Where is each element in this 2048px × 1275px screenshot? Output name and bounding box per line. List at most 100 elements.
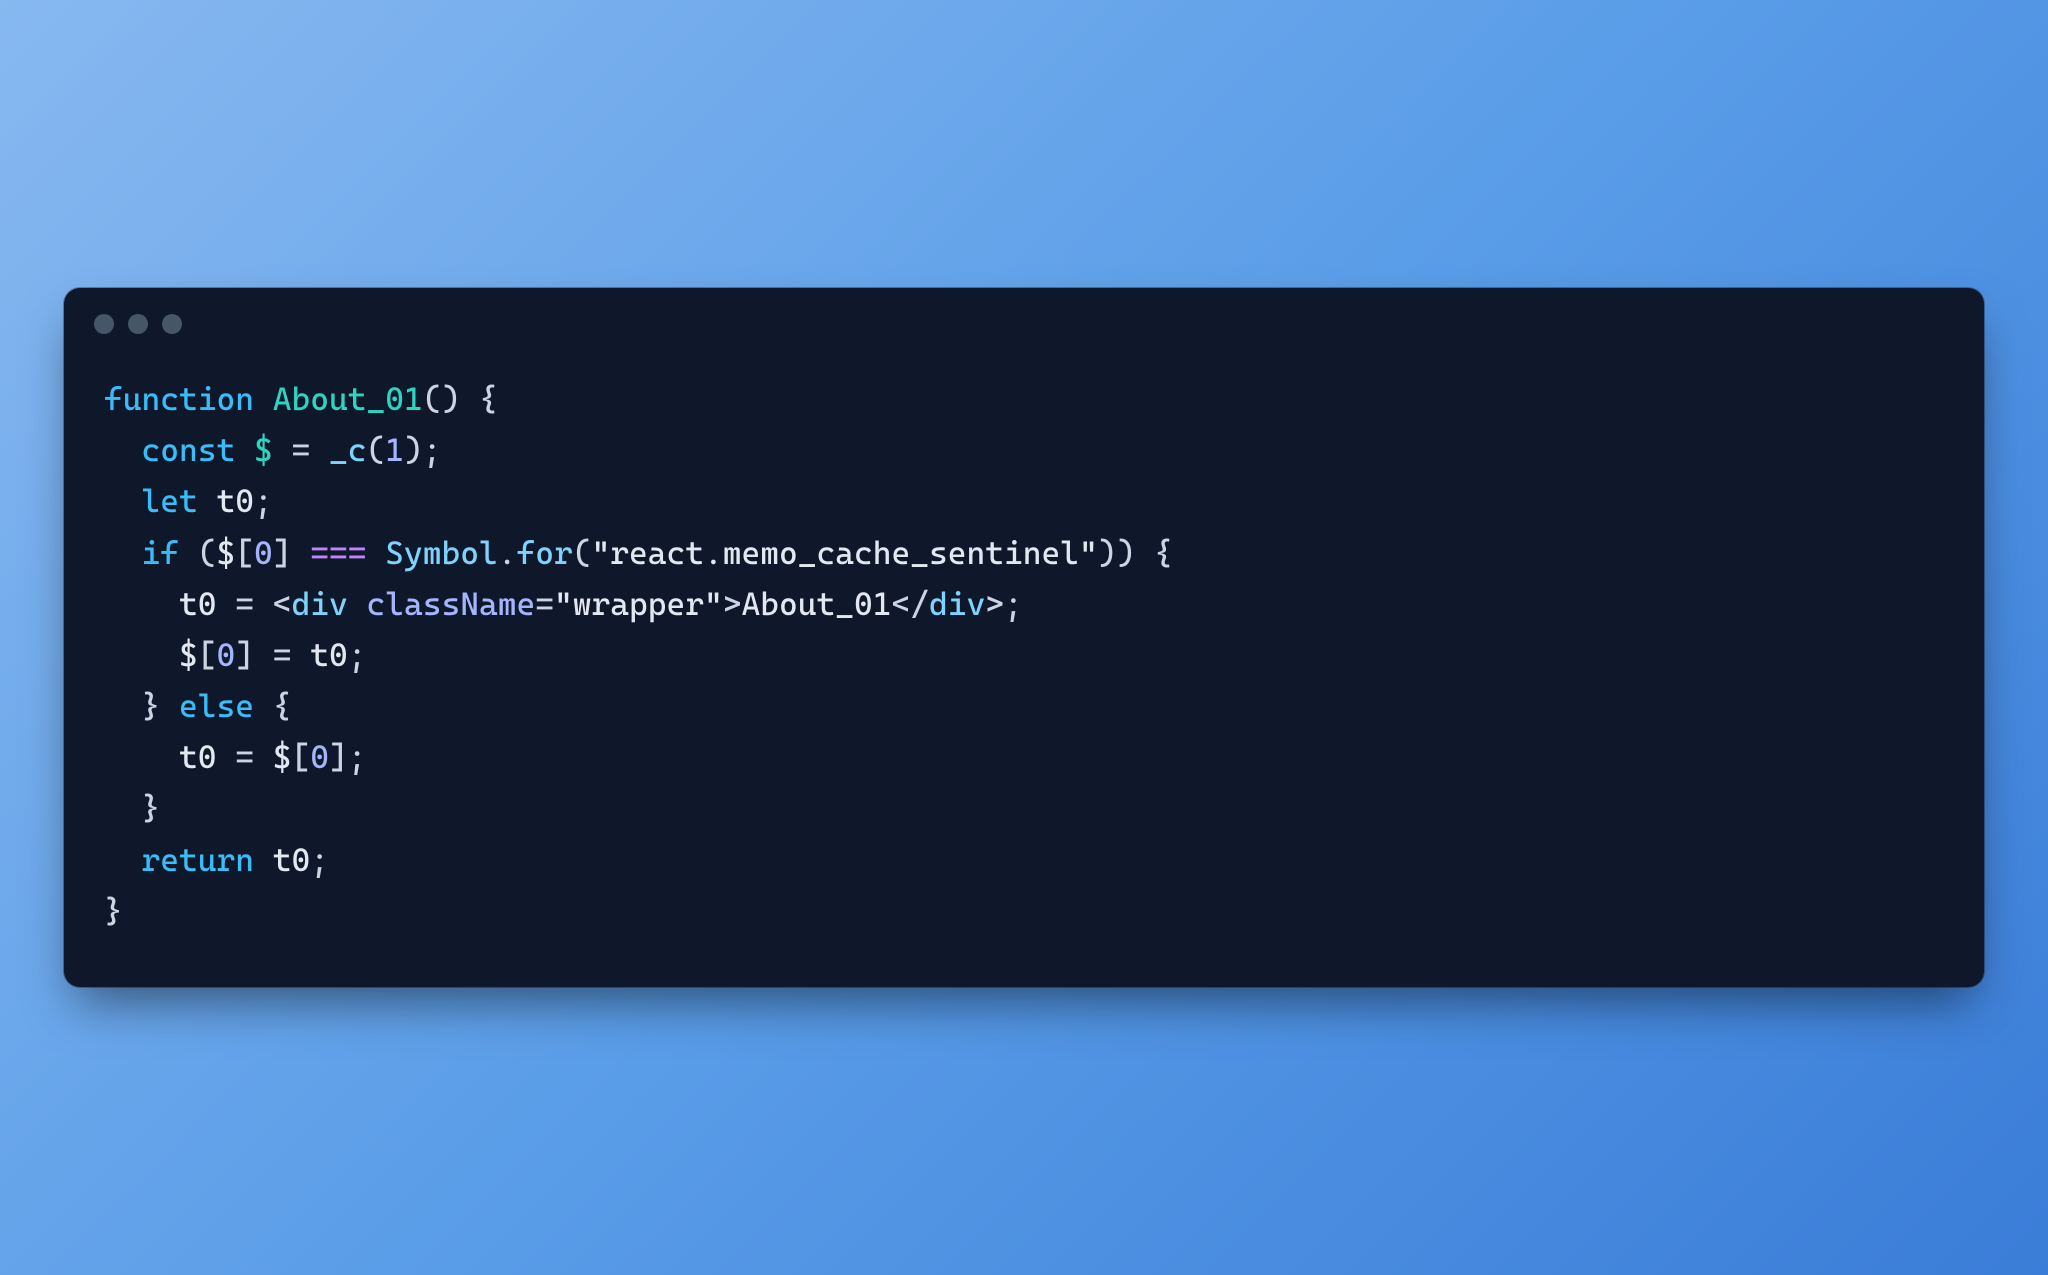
code-token <box>273 431 292 469</box>
code-token: ( <box>573 534 592 572</box>
window-titlebar <box>64 288 1984 344</box>
window-zoom-dot[interactable] <box>162 314 182 334</box>
code-token: ; <box>348 636 367 674</box>
indent <box>104 636 179 674</box>
code-token: div <box>929 585 985 623</box>
code-token: className <box>367 585 536 623</box>
code-token <box>254 738 273 776</box>
code-token: "wrapper" <box>554 585 723 623</box>
code-token: ( <box>179 534 217 572</box>
code-line: function About_01() { <box>104 374 1944 425</box>
window-close-dot[interactable] <box>94 314 114 334</box>
code-token: $ <box>179 636 198 674</box>
code-token: 0 <box>254 534 273 572</box>
indent <box>104 789 142 827</box>
code-token <box>310 431 329 469</box>
code-token <box>348 585 367 623</box>
code-token: )) { <box>1098 534 1173 572</box>
indent <box>104 585 179 623</box>
code-token: } <box>142 687 180 725</box>
code-line: return t0; <box>104 835 1944 886</box>
indent <box>104 841 142 879</box>
code-token: ; <box>254 482 273 520</box>
code-block[interactable]: function About_01() { const $ = _c(1); l… <box>64 344 1984 987</box>
code-token: if <box>142 534 180 572</box>
code-token: const <box>142 431 236 469</box>
code-token: ] <box>235 636 273 674</box>
code-token: return <box>142 841 255 879</box>
code-token: () <box>423 380 461 418</box>
code-token: for <box>517 534 573 572</box>
code-token: = <box>292 431 311 469</box>
code-token: = <box>535 585 554 623</box>
indent <box>104 534 142 572</box>
code-token: $ <box>273 738 292 776</box>
code-token: > <box>985 585 1004 623</box>
code-token: let <box>142 482 198 520</box>
code-token <box>217 738 236 776</box>
code-token: </ <box>892 585 930 623</box>
code-token: t0 <box>310 636 348 674</box>
code-token: ( <box>367 431 386 469</box>
code-line: } else { <box>104 681 1944 732</box>
code-token: = <box>273 636 292 674</box>
code-token: div <box>292 585 348 623</box>
code-line: $[0] = t0; <box>104 630 1944 681</box>
code-window: function About_01() { const $ = _c(1); l… <box>64 288 1984 987</box>
code-token: 1 <box>385 431 404 469</box>
code-token: t0 <box>273 841 311 879</box>
code-token: t0 <box>217 482 255 520</box>
code-token: < <box>273 585 292 623</box>
code-line: t0 = <div className="wrapper">About_01</… <box>104 579 1944 630</box>
indent <box>104 738 179 776</box>
code-token: ]; <box>329 738 367 776</box>
code-line: } <box>104 783 1944 834</box>
code-token: 0 <box>310 738 329 776</box>
code-token: ; <box>310 841 329 879</box>
code-token: else <box>179 687 254 725</box>
code-token: $ <box>217 534 236 572</box>
code-line: const $ = _c(1); <box>104 425 1944 476</box>
code-token: t0 <box>179 738 217 776</box>
code-token: [ <box>292 738 311 776</box>
code-token <box>254 380 273 418</box>
code-token: . <box>498 534 517 572</box>
code-token: { <box>254 687 292 725</box>
code-line: let t0; <box>104 476 1944 527</box>
code-token: [ <box>198 636 217 674</box>
code-token: === <box>310 534 366 572</box>
code-token <box>217 585 236 623</box>
code-token: About_01 <box>742 585 892 623</box>
code-token <box>254 841 273 879</box>
code-token: = <box>235 585 254 623</box>
code-token <box>292 636 311 674</box>
code-token <box>198 482 217 520</box>
code-token: > <box>723 585 742 623</box>
code-token: } <box>142 789 161 827</box>
code-token: ] <box>273 534 311 572</box>
code-token: Symbol <box>385 534 498 572</box>
code-line: t0 = $[0]; <box>104 732 1944 783</box>
code-token: $ <box>254 431 273 469</box>
code-line: } <box>104 886 1944 937</box>
code-token <box>235 431 254 469</box>
code-token: } <box>104 892 123 930</box>
code-token: = <box>235 738 254 776</box>
indent <box>104 687 142 725</box>
code-token <box>367 534 386 572</box>
code-token <box>254 585 273 623</box>
code-line: if ($[0] === Symbol.for("react.memo_cach… <box>104 528 1944 579</box>
indent <box>104 482 142 520</box>
code-token: ; <box>1004 585 1023 623</box>
code-token: 0 <box>217 636 236 674</box>
window-minimize-dot[interactable] <box>128 314 148 334</box>
code-token: About_01 <box>273 380 423 418</box>
indent <box>104 431 142 469</box>
code-token: "react.memo_cache_sentinel" <box>592 534 1098 572</box>
code-token: _c <box>329 431 367 469</box>
code-token: [ <box>235 534 254 572</box>
code-token: function <box>104 380 254 418</box>
code-token: ); <box>404 431 442 469</box>
code-token: t0 <box>179 585 217 623</box>
code-token: { <box>460 380 498 418</box>
